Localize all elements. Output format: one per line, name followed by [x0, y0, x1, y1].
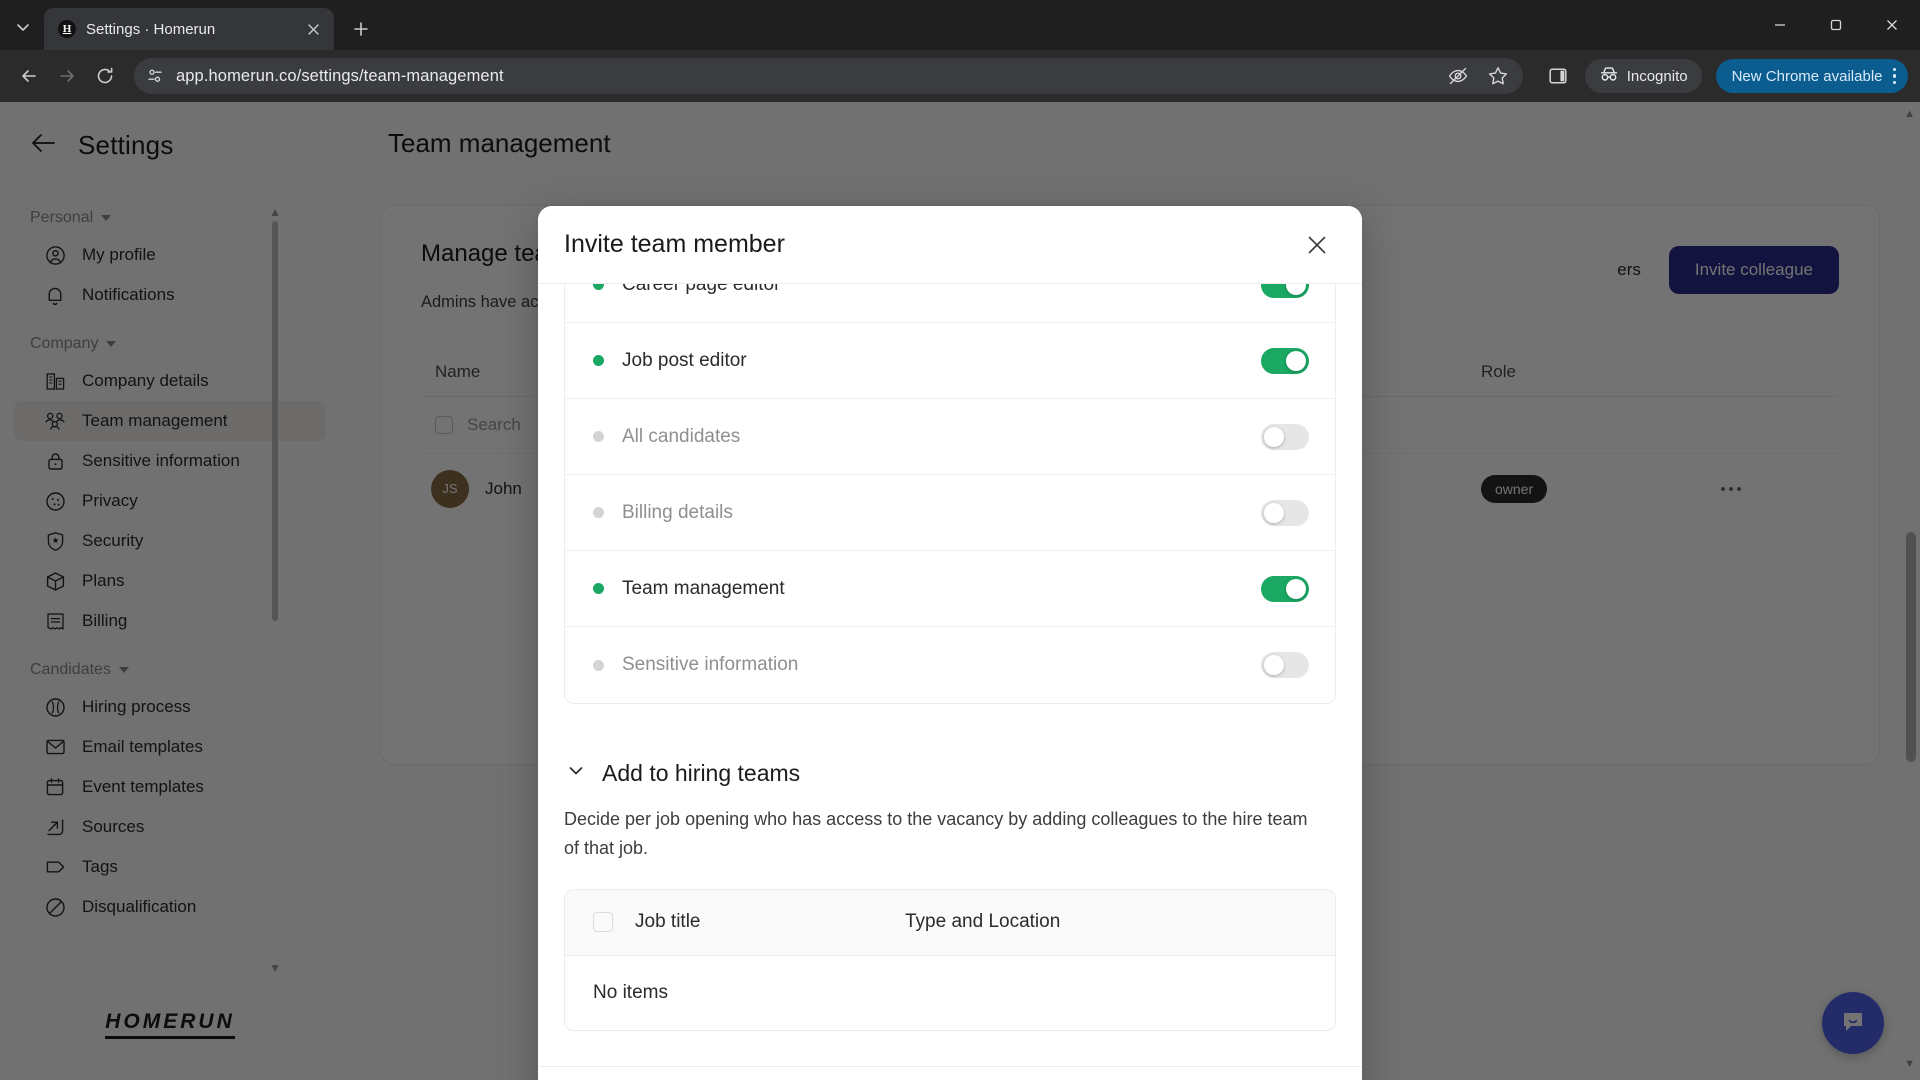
modal-footer: Cancel Send invite: [538, 1066, 1362, 1080]
minimize-icon[interactable]: [1752, 3, 1808, 47]
permission-toggle[interactable]: [1261, 423, 1309, 450]
select-all-checkbox[interactable]: [593, 912, 613, 933]
status-dot-icon: [593, 284, 604, 290]
chrome-update-label: New Chrome available: [1731, 67, 1883, 85]
status-dot-icon: [593, 507, 604, 518]
browser-window: H Settings · Homerun app.homerun.co/sett…: [0, 0, 1920, 1080]
page-viewport: Settings Personal My profile: [0, 102, 1920, 1080]
permission-row-career-page-editor[interactable]: Career page editor: [565, 284, 1335, 323]
permission-label: All candidates: [622, 425, 741, 447]
back-icon[interactable]: [12, 59, 46, 93]
permission-row-billing-details[interactable]: Billing details: [565, 475, 1335, 551]
permission-toggle[interactable]: [1261, 347, 1309, 374]
permission-toggle[interactable]: [1261, 652, 1309, 678]
hiring-teams-title: Add to hiring teams: [602, 760, 801, 786]
chrome-menu-icon[interactable]: [1892, 67, 1896, 85]
chevron-down-icon: [566, 761, 586, 786]
site-settings-icon[interactable]: [146, 67, 164, 85]
permission-toggle[interactable]: [1261, 284, 1309, 298]
modal-header: Invite team member: [538, 206, 1362, 284]
side-panel-icon[interactable]: [1541, 59, 1575, 93]
incognito-label: Incognito: [1626, 67, 1688, 85]
permission-label: Sensitive information: [622, 654, 799, 675]
browser-tab[interactable]: H Settings · Homerun: [44, 8, 334, 50]
address-bar-actions: [1447, 65, 1509, 87]
tab-favicon-icon: H: [58, 20, 76, 38]
permission-toggle[interactable]: [1261, 499, 1309, 526]
permission-label: Career page editor: [622, 284, 781, 295]
chrome-update-button[interactable]: New Chrome available: [1715, 59, 1908, 93]
tab-search-button[interactable]: [6, 10, 40, 44]
status-dot-icon: [593, 431, 604, 442]
permission-label: Job post editor: [622, 349, 747, 371]
reload-icon[interactable]: [88, 59, 122, 93]
close-window-icon[interactable]: [1864, 3, 1920, 47]
permission-label: Team management: [622, 577, 785, 599]
permission-toggle[interactable]: [1261, 575, 1309, 602]
permission-row-all-candidates[interactable]: All candidates: [565, 399, 1335, 475]
tab-title: Settings · Homerun: [86, 20, 216, 38]
address-bar-url: app.homerun.co/settings/team-management: [176, 66, 504, 85]
modal-title: Invite team member: [564, 230, 785, 258]
permission-row-team-management[interactable]: Team management: [565, 551, 1335, 627]
column-header-job-title: Job title: [635, 911, 701, 933]
browser-toolbar: app.homerun.co/settings/team-management …: [0, 50, 1920, 102]
status-dot-icon: [593, 659, 604, 671]
close-icon[interactable]: [1302, 230, 1332, 260]
permission-row-sensitive-information[interactable]: Sensitive information: [565, 627, 1335, 703]
close-icon[interactable]: [302, 18, 324, 40]
permission-label: Billing details: [622, 501, 733, 523]
incognito-indicator[interactable]: Incognito: [1584, 59, 1702, 93]
jobs-table-header: Job title Type and Location: [565, 889, 1335, 956]
maximize-icon[interactable]: [1808, 3, 1864, 47]
invite-team-member-modal: Invite team member Career page editor Jo…: [538, 206, 1362, 1080]
jobs-table-empty-state: No items: [593, 981, 668, 1003]
window-controls: [1752, 0, 1920, 50]
tab-favicon-letter: H: [62, 23, 72, 35]
status-dot-icon: [593, 355, 604, 366]
modal-body[interactable]: Career page editor Job post editor All c…: [538, 284, 1362, 1066]
eye-off-icon[interactable]: [1447, 65, 1469, 87]
hiring-teams-section-toggle[interactable]: Add to hiring teams: [564, 760, 1336, 787]
hiring-teams-description: Decide per job opening who has access to…: [564, 809, 1308, 858]
bookmark-star-icon[interactable]: [1487, 65, 1509, 87]
tab-strip: H Settings · Homerun: [0, 0, 1920, 50]
permissions-list: Career page editor Job post editor All c…: [564, 284, 1336, 704]
new-tab-button[interactable]: [344, 12, 378, 46]
status-dot-icon: [593, 583, 604, 594]
forward-icon[interactable]: [50, 59, 84, 93]
incognito-icon: [1599, 66, 1619, 86]
hiring-teams-table: Job title Type and Location No items: [564, 888, 1336, 1031]
address-bar[interactable]: app.homerun.co/settings/team-management: [134, 58, 1523, 94]
permission-row-job-post-editor[interactable]: Job post editor: [565, 323, 1335, 399]
column-header-type-location: Type and Location: [905, 911, 1061, 933]
